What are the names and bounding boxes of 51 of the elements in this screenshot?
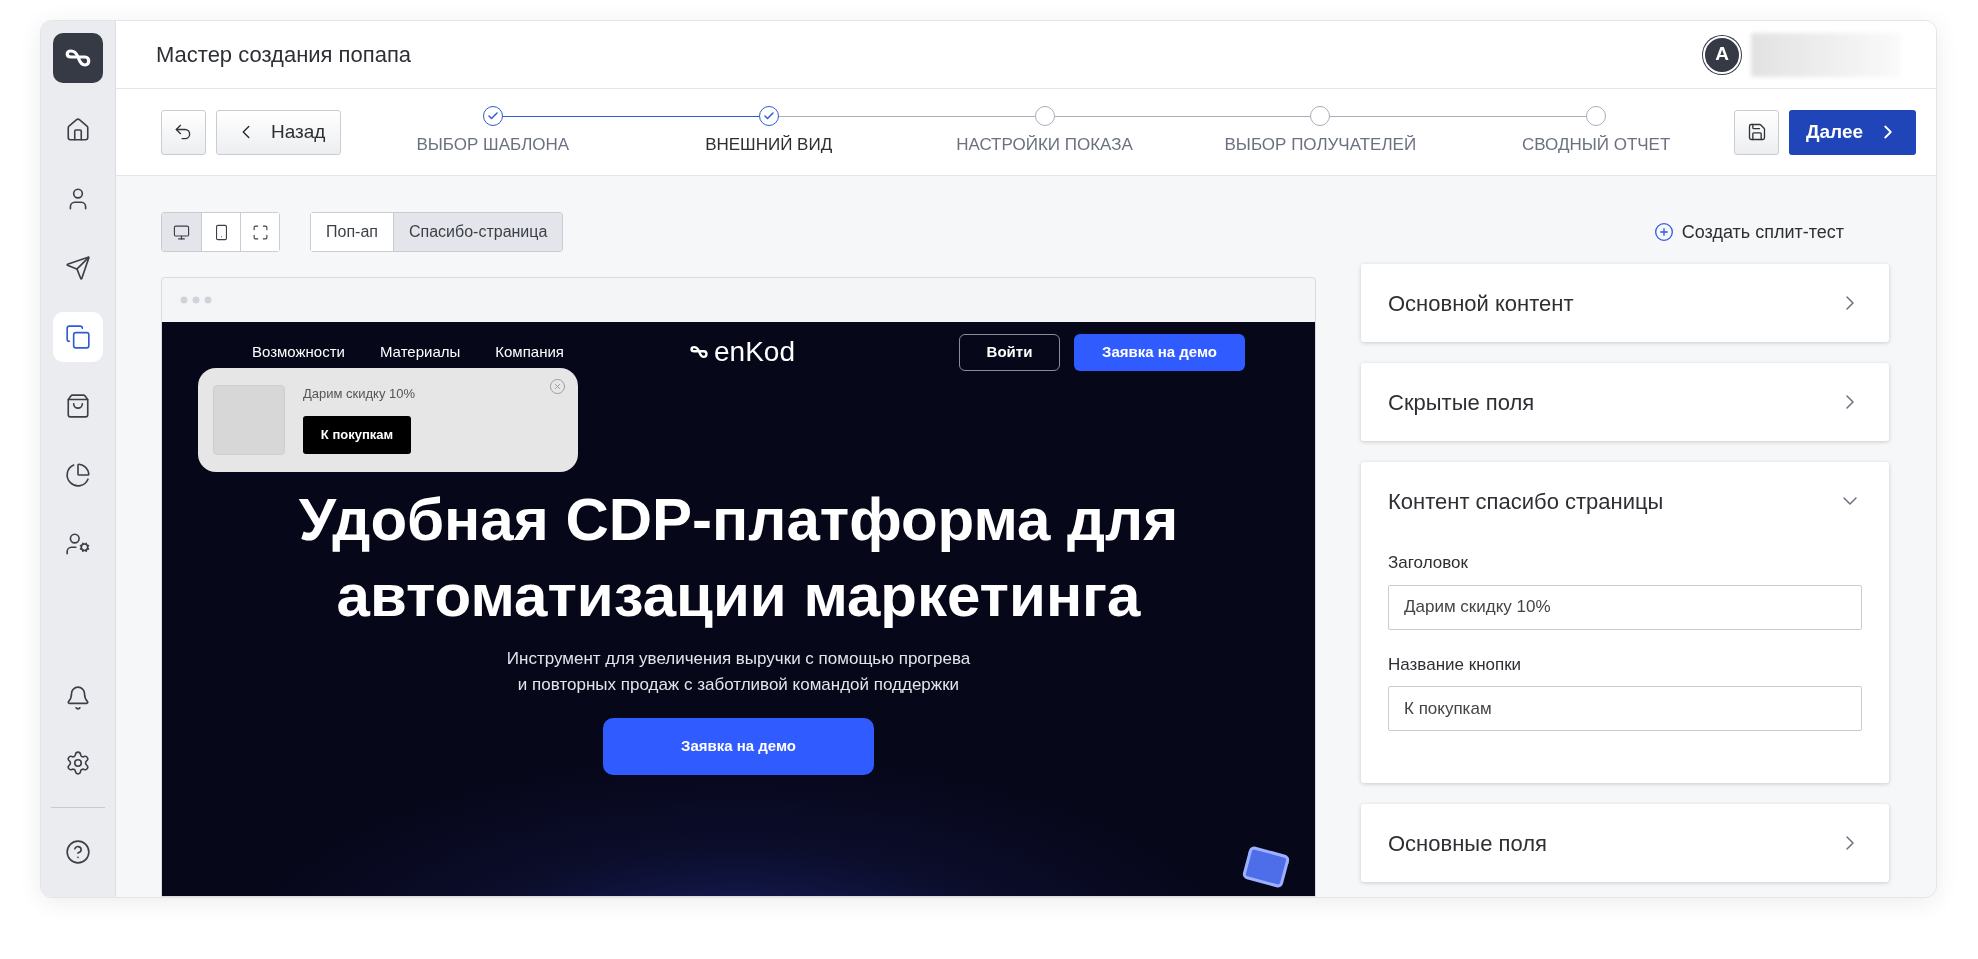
image-placeholder <box>213 385 285 455</box>
step-label[interactable]: НАСТРОЙКИ ПОКАЗА <box>956 132 1133 158</box>
home-icon <box>65 117 91 143</box>
accordion-header[interactable]: Основной контент <box>1361 264 1889 342</box>
app-logo[interactable] <box>53 33 103 83</box>
hero-headline: Удобная CDP-платформа для автоматизации маркетинга <box>298 485 1179 631</box>
accordion-header[interactable]: Скрытые поля <box>1361 363 1889 441</box>
layers-icon <box>65 324 91 350</box>
save-icon <box>1746 122 1767 142</box>
input-field[interactable]: Дарим скидку 10% <box>1388 584 1862 630</box>
bell-icon <box>65 685 91 711</box>
field-label: Название кнопки <box>1388 653 1523 676</box>
step-label[interactable]: ВНЕШНИЙ ВИД <box>705 132 833 158</box>
login-button[interactable]: Войти <box>959 333 1060 371</box>
next-button[interactable]: Далее <box>1789 109 1916 155</box>
input-field[interactable]: К покупкам <box>1388 686 1862 731</box>
nav-link[interactable]: Возможности <box>252 340 345 364</box>
field-label: Заголовок <box>1388 552 1469 574</box>
view-mode-button[interactable] <box>162 213 201 251</box>
accordion-header[interactable]: Контент спасибо страницы <box>1361 462 1889 540</box>
user-avatar[interactable]: A <box>1703 35 1741 74</box>
sidebar-item[interactable] <box>53 312 103 362</box>
step-label[interactable]: ВЫБОР ПОЛУЧАТЕЛЕЙ <box>1224 132 1417 158</box>
nav-link[interactable]: Материалы <box>379 340 461 364</box>
nav-link[interactable]: Компания <box>495 340 564 364</box>
step-label[interactable]: СВОДНЫЙ ОТЧЕТ <box>1522 132 1671 158</box>
window-dots-icon <box>180 296 212 304</box>
popup-text: Дарим скидку 10% <box>303 385 416 403</box>
logo-icon <box>688 343 710 361</box>
accordion-header[interactable]: Основные поля <box>1361 804 1889 882</box>
help-icon <box>65 839 91 865</box>
back-button[interactable]: Назад <box>215 109 341 155</box>
plus-circle-icon <box>1653 222 1674 242</box>
undo-button[interactable] <box>161 109 206 155</box>
send-icon <box>65 255 91 281</box>
user-gear-icon <box>65 531 91 557</box>
popup-button[interactable]: К покупкам <box>303 415 411 454</box>
save-button[interactable] <box>1734 109 1780 155</box>
tab[interactable]: Спасибо-страница <box>392 213 563 251</box>
cta-button[interactable]: Заявка на демо <box>603 718 874 775</box>
desktop-icon <box>173 223 190 241</box>
window-title: Мастер создания попапа <box>156 41 412 69</box>
shopping-bag-icon <box>65 393 91 419</box>
site-logo-text: enKod <box>714 338 795 366</box>
step-label[interactable]: ВЫБОР ШАБЛОНА <box>416 132 570 158</box>
split-test-link[interactable]: Создать сплит-тест <box>1653 218 1844 246</box>
demo-button[interactable]: Заявка на демо <box>1074 333 1245 371</box>
pie-chart-icon <box>65 462 91 488</box>
settings-icon <box>65 750 91 776</box>
fullscreen-icon <box>251 223 269 241</box>
hero-subtitle: Инструмент для увеличения выручки с помощью прогрева и повторных продаж с заботливой командой поддержки <box>506 648 971 696</box>
